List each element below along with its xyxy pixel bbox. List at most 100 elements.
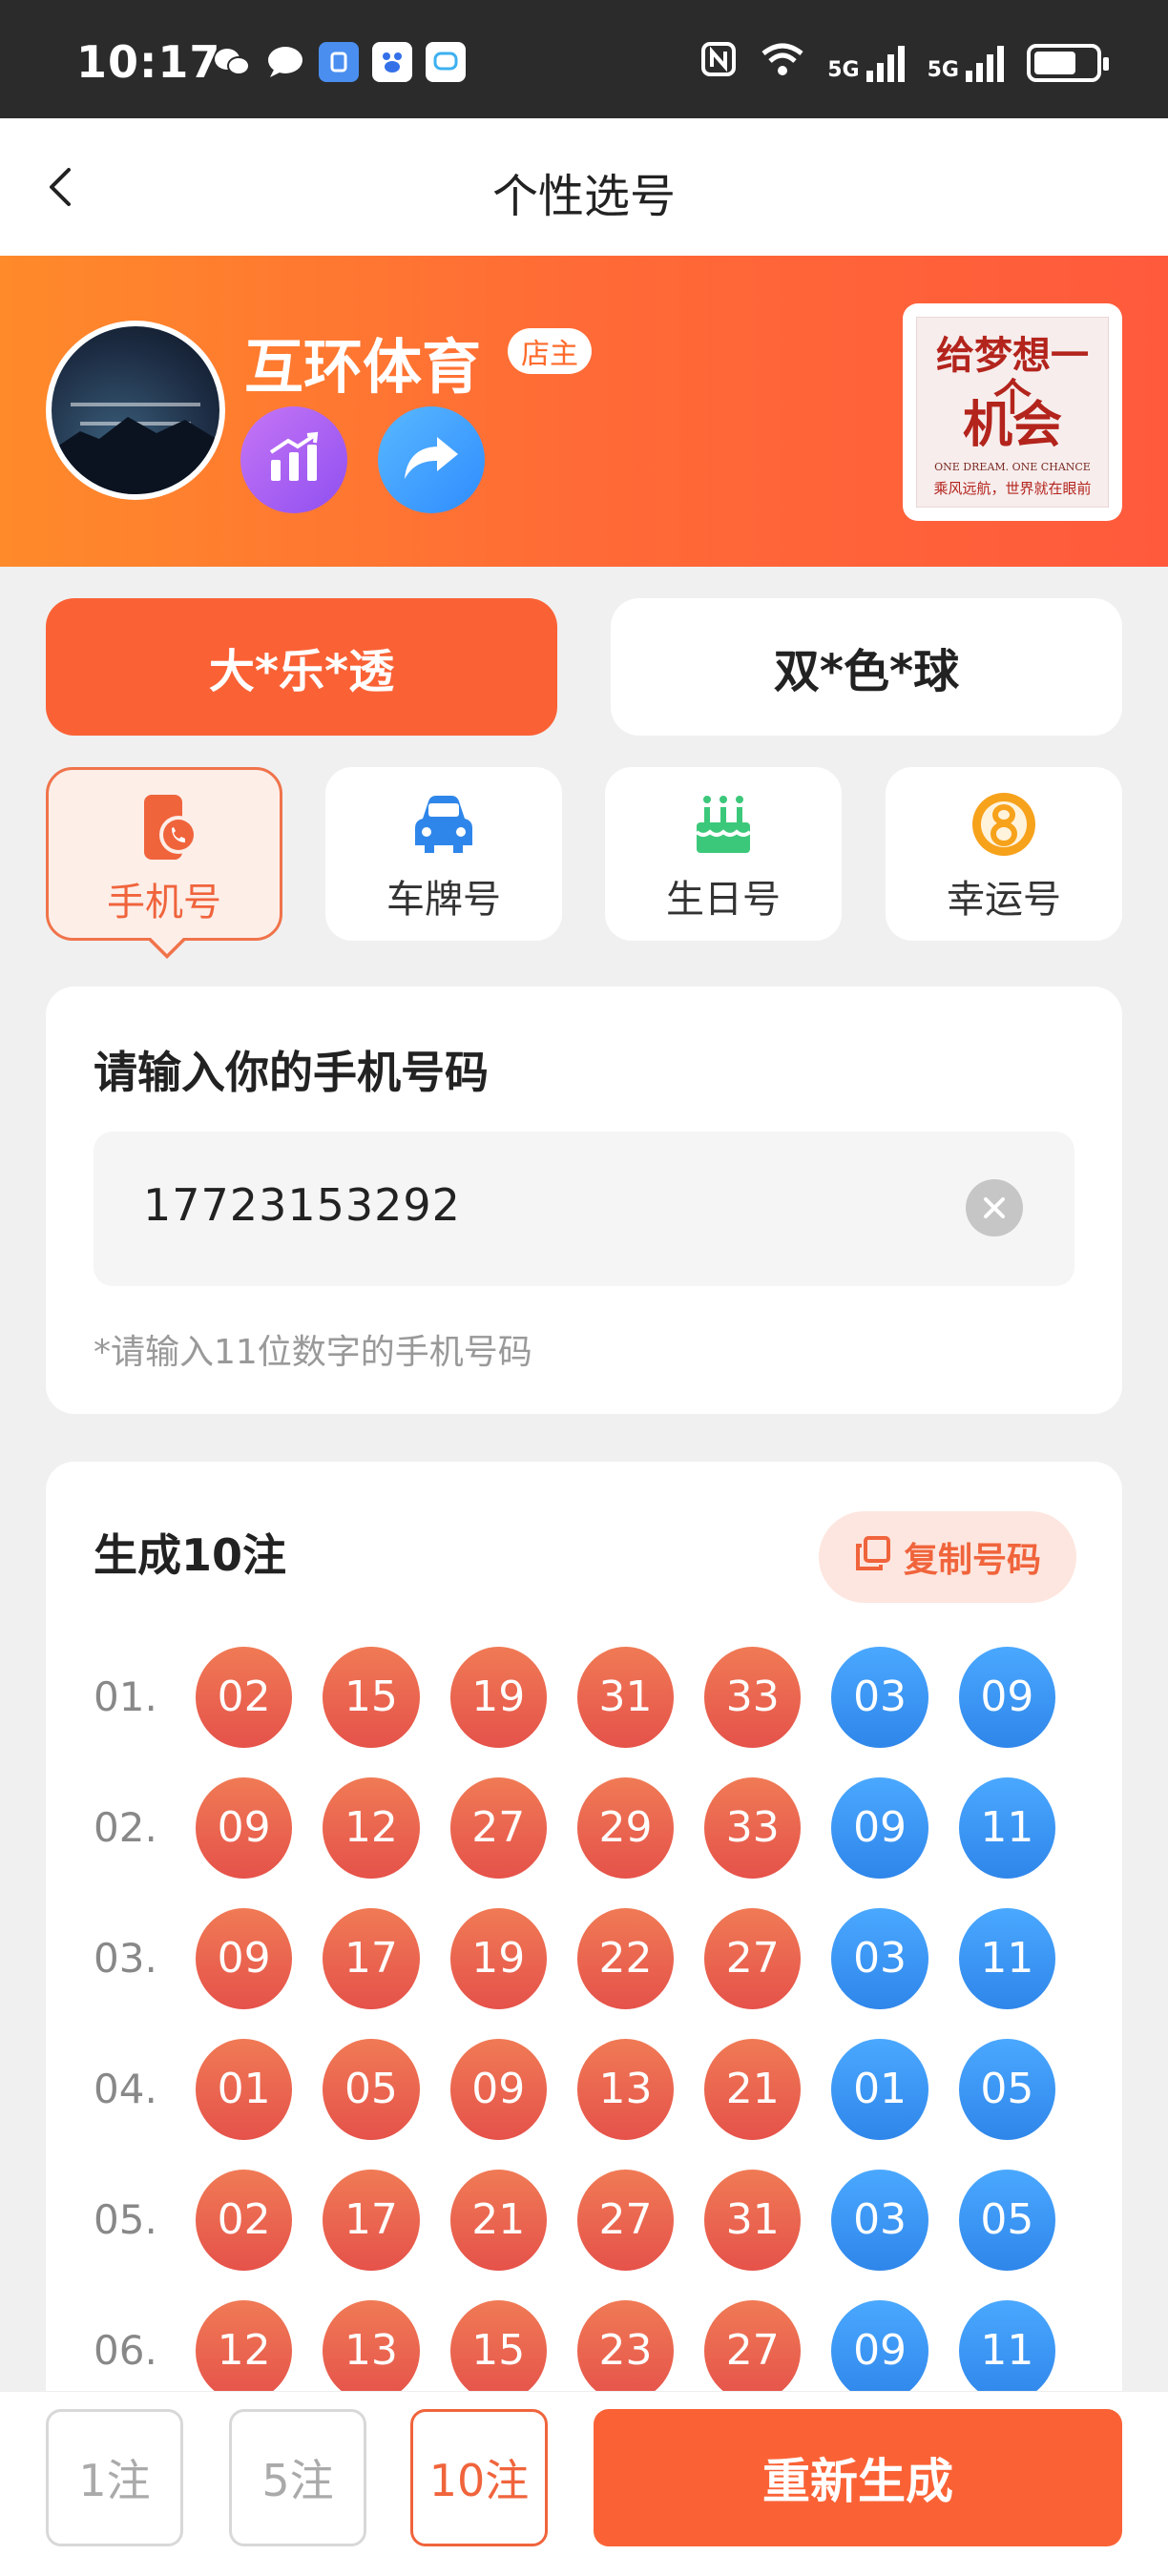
red-ball: 13 [576,2038,675,2140]
phone-input-hint: *请输入11位数字的手机号码 [94,1333,532,1372]
number-rows: 01. 02 15 19 31 33 03 09 02. 09 12 27 29 33 09 11 03. 09 1… [94,1631,1086,2416]
blue-ball: 01 [831,2038,928,2140]
blue-ball: 05 [958,2038,1055,2140]
mode-phone-label: 手机号 [107,881,221,924]
nav-bar: 个性选号 [0,118,1168,256]
blue-ball: 11 [958,2299,1055,2401]
red-ball: 19 [449,1907,547,2009]
red-ball: 12 [196,2299,293,2401]
red-ball: 05 [323,2038,420,2140]
red-ball: 33 [704,1776,802,1879]
red-ball: 15 [323,1646,420,1748]
phone-icon [133,793,201,862]
red-ball: 22 [576,1907,675,2009]
number-row: 03. 09 17 19 22 27 03 11 [94,1893,1086,2024]
baidu-icon [372,42,412,82]
share-button[interactable] [378,406,485,513]
red-ball: 01 [196,2038,293,2140]
status-bar: 10:17 5G 5G [0,0,1168,118]
store-avatar[interactable] [46,321,225,500]
red-ball: 13 [323,2299,420,2401]
phone-number-field[interactable]: 17723153292 [94,1132,1074,1286]
red-ball: 27 [704,2299,802,2401]
mode-car[interactable]: 车牌号 [325,767,562,941]
car-icon [409,790,478,859]
store-name: 互环体育 [244,332,482,402]
copy-numbers-button[interactable]: 复制号码 [819,1511,1076,1603]
count-5-button[interactable]: 5注 [229,2409,366,2546]
red-ball: 17 [323,1907,420,2009]
mode-birthday[interactable]: 生日号 [605,767,842,941]
blue-ball: 03 [831,2169,928,2271]
red-ball: 02 [196,2169,293,2271]
copy-numbers-label: 复制号码 [903,1541,1041,1580]
red-ball: 21 [449,2169,547,2271]
red-ball: 15 [449,2299,547,2401]
results-title: 生成10注 [94,1529,287,1581]
row-index: 02. [94,1804,157,1851]
mode-phone[interactable]: 手机号 [46,767,282,959]
count-10-button[interactable]: 10注 [410,2409,548,2546]
mode-birthday-label: 生日号 [666,878,781,922]
bar-chart-icon [265,431,323,488]
regenerate-button[interactable]: 重新生成 [594,2409,1122,2546]
logo-text-line2: 机会 [962,396,1062,454]
row-index: 01. [94,1673,157,1720]
red-ball: 31 [576,1646,675,1748]
clear-icon[interactable] [966,1179,1023,1236]
signal-1-icon: 5G [827,44,906,82]
owner-badge: 店主 [508,328,592,374]
phone-input-card: 请输入你的手机号码 17723153292 *请输入11位数字的手机号码 [46,987,1122,1414]
number-row: 04. 01 05 09 13 21 01 05 [94,2024,1086,2154]
red-ball: 19 [449,1646,547,1748]
mode-car-label: 车牌号 [386,878,501,922]
app-icon [319,42,359,82]
red-ball: 02 [196,1646,293,1748]
signal-2-icon: 5G [928,44,1006,82]
copy-icon [854,1534,892,1581]
blue-ball: 09 [831,2299,928,2401]
red-ball: 09 [196,1907,293,2009]
red-ball: 21 [704,2038,802,2140]
phone-input-title: 请输入你的手机号码 [94,1047,489,1098]
blue-ball: 05 [958,2169,1055,2271]
count-1-button[interactable]: 1注 [46,2409,183,2546]
nfc-icon [699,40,738,86]
red-ball: 31 [704,2169,802,2271]
tab-lottery-2[interactable]: 双*色*球 [611,598,1122,736]
red-ball: 17 [323,2169,420,2271]
store-logo[interactable]: 给梦想一个 机会 ONE DREAM. ONE CHANCE 乘风远航，世界就在… [903,303,1122,521]
blue-ball: 09 [958,1646,1055,1748]
red-ball: 27 [576,2169,675,2271]
blue-ball: 09 [831,1776,928,1879]
status-time: 10:17 [76,36,221,88]
red-ball: 23 [576,2299,675,2401]
store-header: 互环体育 店主 给梦想一个 机会 ONE DREAM. ONE CHANCE 乘… [0,256,1168,567]
cake-icon [689,790,758,859]
stats-button[interactable] [240,406,347,513]
tab-lottery-1[interactable]: 大*乐*透 [46,598,557,736]
red-ball: 27 [449,1776,547,1879]
row-index: 06. [94,2327,157,2374]
red-ball: 29 [576,1776,675,1879]
red-ball: 33 [704,1646,802,1748]
red-ball: 09 [196,1776,293,1879]
mode-lucky[interactable]: 幸运号 [886,767,1122,941]
blue-ball: 11 [958,1776,1055,1879]
message-bubble-icon [265,42,305,82]
red-ball: 09 [449,2038,547,2140]
wechat-icon [212,42,252,82]
phone-number-value: 17723153292 [143,1179,461,1231]
red-ball: 12 [323,1776,420,1879]
number-row: 02. 09 12 27 29 33 09 11 [94,1762,1086,1893]
mode-lucky-label: 幸运号 [947,878,1061,922]
system-icons: 5G 5G [699,40,1109,86]
number-row: 01. 02 15 19 31 33 03 09 [94,1631,1086,1762]
number-row: 05. 02 17 21 27 31 03 05 [94,2154,1086,2285]
bottom-bar: 1注 5注 10注 重新生成 [0,2391,1168,2576]
logo-text-line3: ONE DREAM. ONE CHANCE [934,461,1091,473]
notification-icons [212,42,466,82]
page-title: 个性选号 [491,170,676,223]
row-index: 03. [94,1935,157,1982]
battery-icon [1027,44,1109,82]
